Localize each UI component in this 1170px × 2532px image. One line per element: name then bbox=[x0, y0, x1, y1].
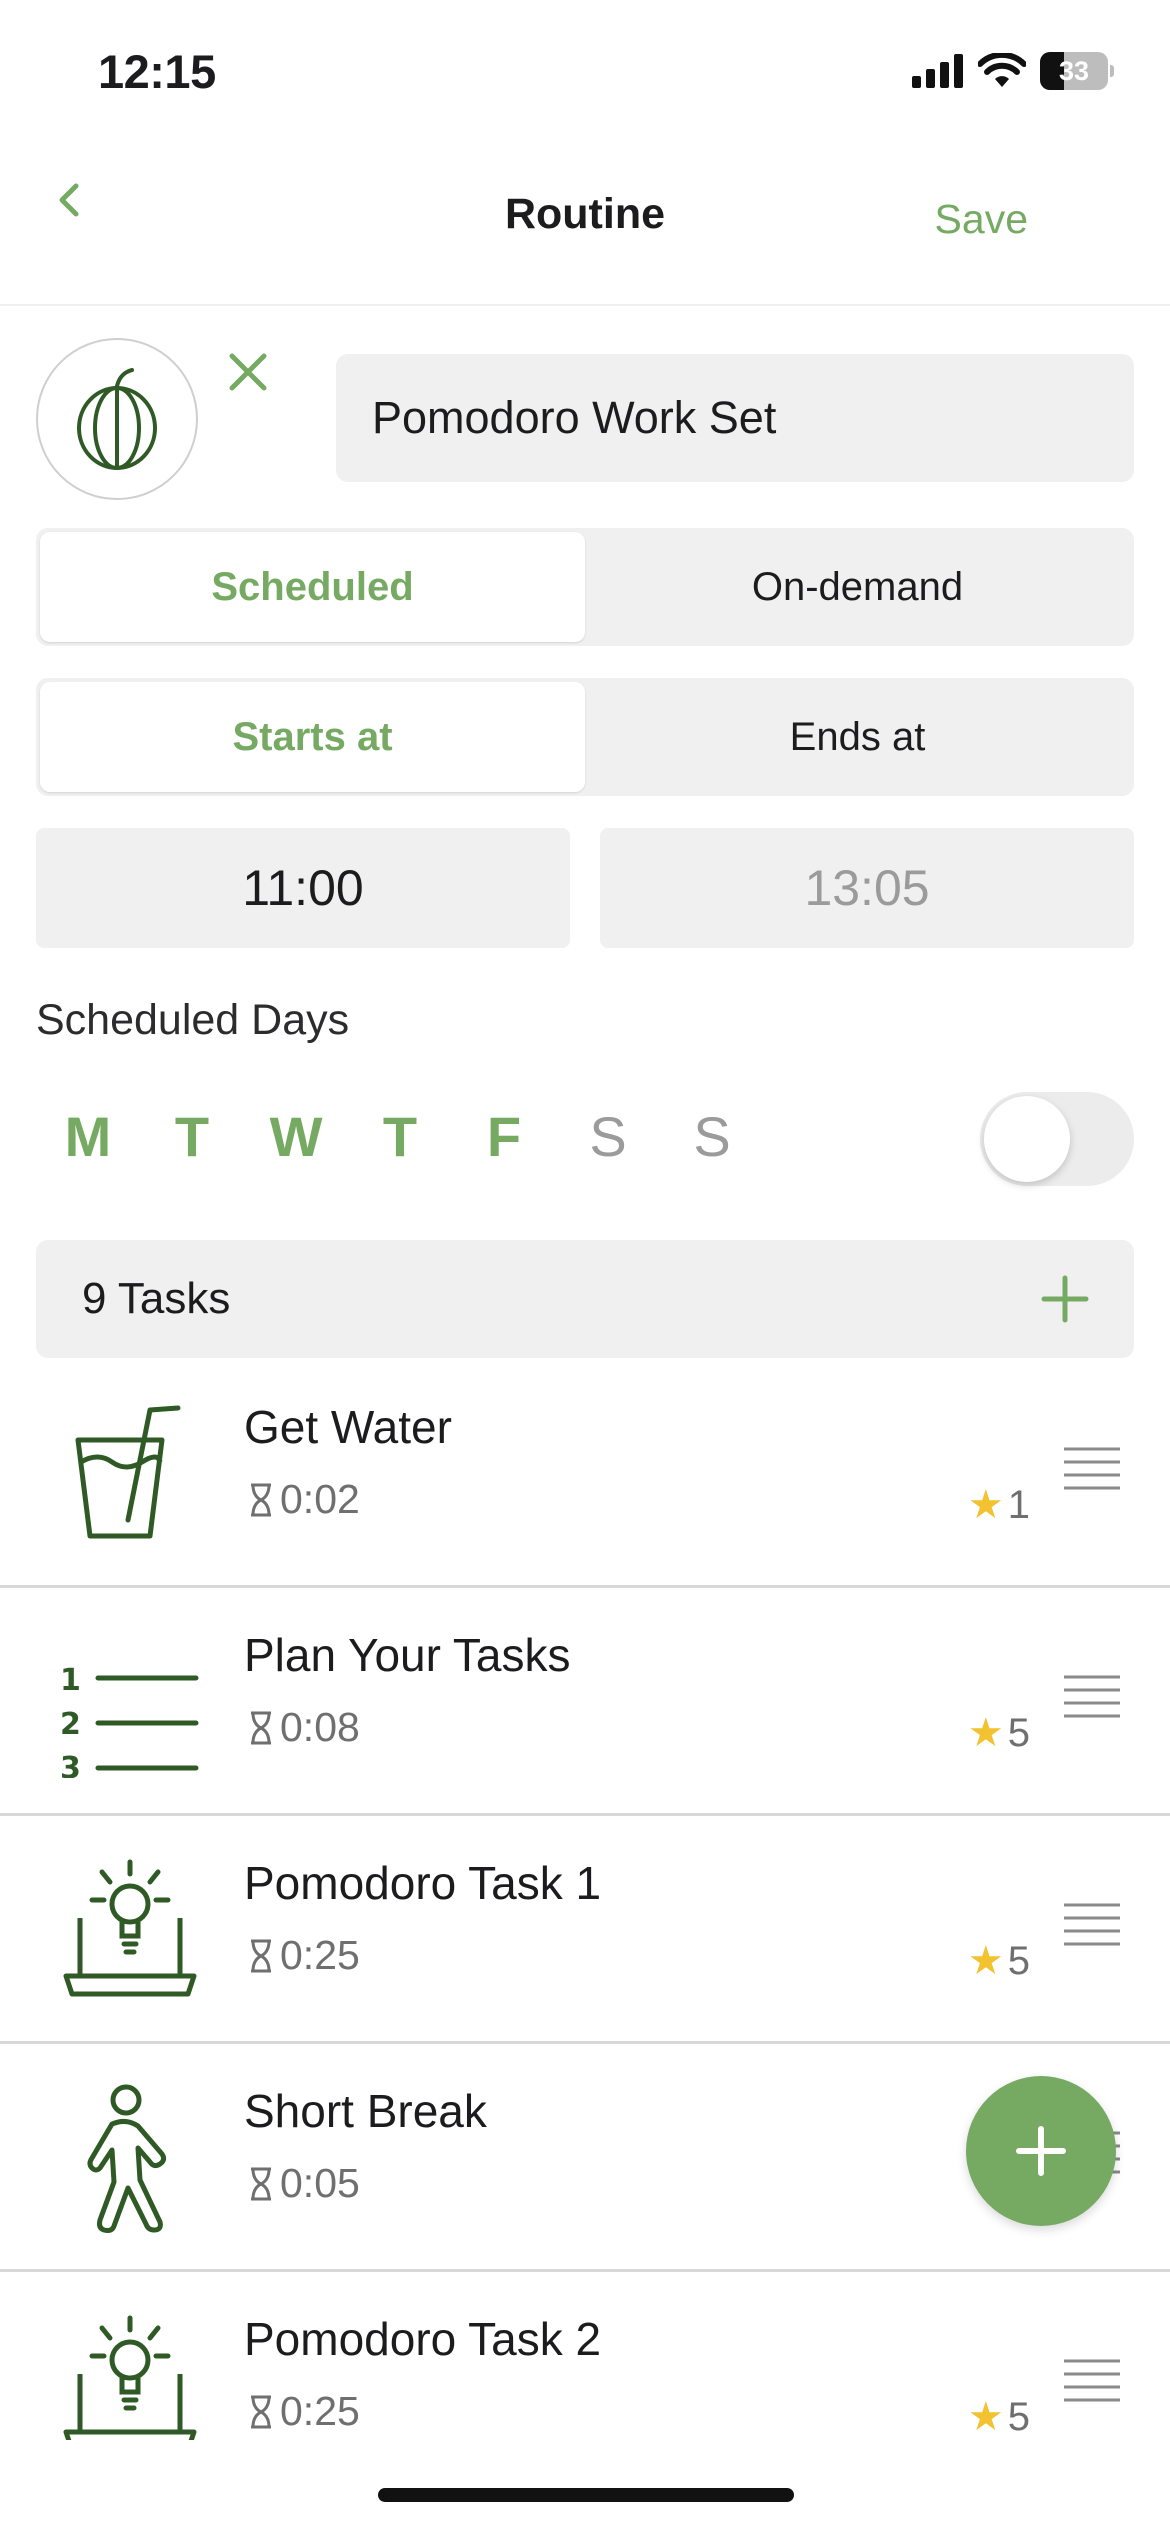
start-time-field[interactable]: 11:00 bbox=[36, 828, 570, 948]
star-icon: ★ bbox=[967, 1939, 1004, 1983]
task-stars: ★ 5 bbox=[968, 2394, 1030, 2440]
drag-handle-icon[interactable] bbox=[1064, 1446, 1120, 1492]
task-stars: ★ 5 bbox=[968, 1710, 1030, 1756]
cellular-signal-icon bbox=[912, 54, 963, 88]
drag-handle-icon[interactable] bbox=[1064, 1902, 1120, 1948]
drag-handle-icon[interactable] bbox=[1064, 2358, 1120, 2404]
task-name: Short Break bbox=[244, 2085, 487, 2137]
tasks-header: 9 Tasks bbox=[36, 1240, 1134, 1358]
task-stars: ★ 1 bbox=[968, 1482, 1030, 1528]
scheduled-days-label: Scheduled Days bbox=[36, 996, 350, 1044]
routine-icon-picker[interactable] bbox=[36, 338, 198, 500]
task-row[interactable]: 1 2 3 Plan Your Tasks 0:08 ★ 5 bbox=[0, 1588, 1170, 1816]
day-thursday[interactable]: T bbox=[348, 1104, 452, 1169]
pumpkin-icon bbox=[77, 368, 157, 470]
star-icon: ★ bbox=[967, 1483, 1004, 1527]
task-duration-value: 0:25 bbox=[280, 2388, 360, 2434]
task-list: Get Water 0:02 ★ 1 1 2 3 Plan Your Tasks… bbox=[0, 1360, 1170, 2500]
day-selector: M T W T F S S bbox=[36, 1104, 764, 1169]
clear-icon-button[interactable] bbox=[222, 346, 274, 398]
task-duration-value: 0:05 bbox=[280, 2160, 360, 2206]
day-saturday[interactable]: S bbox=[556, 1104, 660, 1169]
task-name: Plan Your Tasks bbox=[244, 1629, 571, 1681]
numbered-list-icon: 1 2 3 bbox=[60, 1663, 199, 1778]
day-tuesday[interactable]: T bbox=[140, 1104, 244, 1169]
status-time: 12:15 bbox=[98, 45, 216, 98]
task-stars-value: 1 bbox=[1007, 1482, 1030, 1527]
task-row[interactable]: Pomodoro Task 1 0:25 ★ 5 bbox=[0, 1816, 1170, 2044]
task-stars-value: 5 bbox=[1007, 1710, 1030, 1755]
tasks-count: 9 Tasks bbox=[82, 1274, 231, 1323]
walking-person-icon bbox=[87, 2084, 167, 2233]
add-task-icon[interactable] bbox=[1040, 1274, 1090, 1324]
task-duration: 0:08 bbox=[248, 1704, 360, 1751]
hourglass-icon bbox=[251, 1483, 271, 1516]
day-wednesday[interactable]: W bbox=[244, 1104, 348, 1169]
add-fab-button[interactable] bbox=[966, 2076, 1116, 2226]
schedule-mode-segmented: Scheduled On-demand bbox=[36, 528, 1134, 646]
end-time-field: 13:05 bbox=[600, 828, 1134, 948]
hourglass-icon bbox=[251, 2395, 271, 2428]
save-button[interactable]: Save bbox=[935, 196, 1028, 243]
svg-text:3: 3 bbox=[60, 1751, 81, 1778]
task-name: Pomodoro Task 2 bbox=[244, 2313, 602, 2365]
wifi-icon bbox=[978, 53, 1026, 87]
day-friday[interactable]: F bbox=[452, 1104, 556, 1169]
task-stars-value: 5 bbox=[1007, 2394, 1030, 2439]
day-monday[interactable]: M bbox=[36, 1104, 140, 1169]
status-bar: 12:15 33 bbox=[0, 0, 1170, 140]
hourglass-icon bbox=[251, 1711, 271, 1744]
task-duration: 0:05 bbox=[248, 2160, 360, 2207]
time-mode-segmented: Starts at Ends at bbox=[36, 678, 1134, 796]
task-duration: 0:02 bbox=[248, 1476, 360, 1523]
task-duration-value: 0:02 bbox=[280, 1476, 360, 1522]
task-name: Get Water bbox=[244, 1401, 452, 1453]
task-duration-value: 0:25 bbox=[280, 1932, 360, 1978]
task-name: Pomodoro Task 1 bbox=[244, 1857, 602, 1909]
home-indicator[interactable] bbox=[378, 2488, 794, 2502]
task-duration: 0:25 bbox=[248, 2388, 360, 2435]
svg-text:2: 2 bbox=[60, 1707, 81, 1742]
toggle-knob bbox=[984, 1096, 1070, 1182]
drag-handle-icon[interactable] bbox=[1064, 1674, 1120, 1720]
routine-name-input[interactable]: Pomodoro Work Set bbox=[336, 354, 1134, 482]
water-glass-icon bbox=[75, 1405, 181, 1539]
status-icons: 33 bbox=[912, 52, 1114, 90]
segment-ends-at[interactable]: Ends at bbox=[585, 682, 1130, 792]
home-bar-area bbox=[0, 2440, 1170, 2532]
laptop-idea-icon bbox=[63, 1859, 197, 1997]
task-stars: ★ 5 bbox=[968, 1938, 1030, 1984]
segment-scheduled[interactable]: Scheduled bbox=[40, 532, 585, 642]
schedule-toggle[interactable] bbox=[980, 1092, 1134, 1186]
star-icon: ★ bbox=[967, 2395, 1004, 2439]
plus-icon bbox=[1016, 2126, 1066, 2176]
hourglass-icon bbox=[251, 2167, 271, 2200]
battery-icon: 33 bbox=[1040, 52, 1114, 90]
task-row[interactable]: Get Water 0:02 ★ 1 bbox=[0, 1360, 1170, 1588]
hourglass-icon bbox=[251, 1939, 271, 1972]
task-stars-value: 5 bbox=[1007, 1938, 1030, 1983]
navigation-bar: Routine Save bbox=[0, 150, 1170, 306]
segment-starts-at[interactable]: Starts at bbox=[40, 682, 585, 792]
star-icon: ★ bbox=[967, 1711, 1004, 1755]
day-sunday[interactable]: S bbox=[660, 1104, 764, 1169]
task-duration-value: 0:08 bbox=[280, 1704, 360, 1750]
battery-level: 33 bbox=[1058, 56, 1090, 86]
segment-on-demand[interactable]: On-demand bbox=[585, 532, 1130, 642]
task-duration: 0:25 bbox=[248, 1932, 360, 1979]
svg-text:1: 1 bbox=[60, 1663, 81, 1698]
